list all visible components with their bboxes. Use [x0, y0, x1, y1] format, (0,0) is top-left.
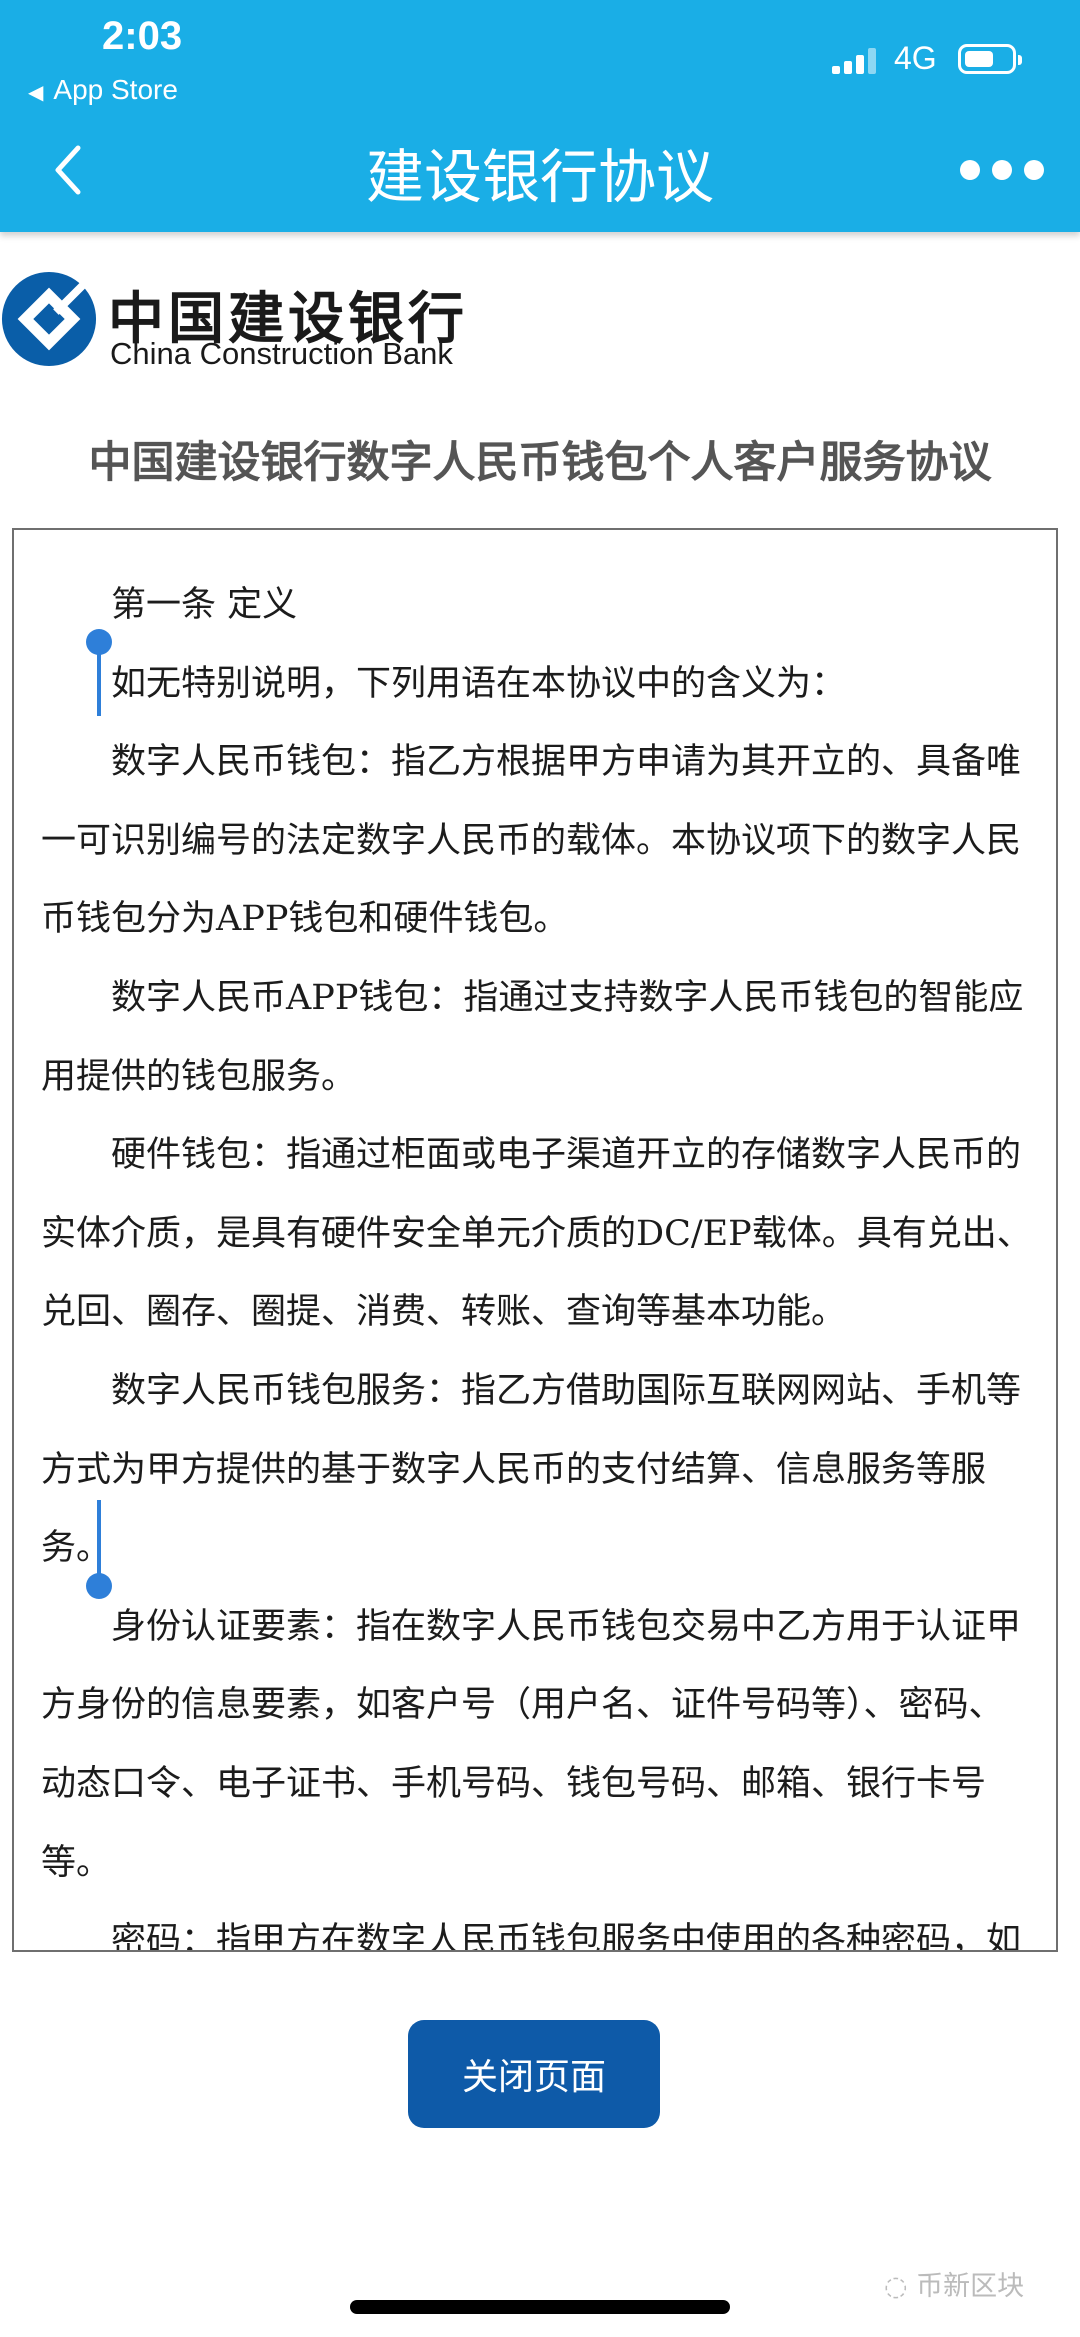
- agreement-scroll-view[interactable]: 第一条 定义如无特别说明，下列用语在本协议中的含义为： 数字人民币钱包：指乙方根据…: [12, 528, 1058, 1952]
- agreement-line: 方身份的信息要素，如客户号（用户名、证件号码等）、密码、: [41, 1685, 1004, 1726]
- selection-end-handle[interactable]: [86, 1573, 112, 1599]
- agreement-line: 等。: [41, 1842, 112, 1883]
- agreement-title: 中国建设银行数字人民币钱包个人客户服务协议: [88, 438, 992, 488]
- more-dot-icon: [960, 160, 980, 180]
- status-time: 2:03: [102, 14, 183, 58]
- agreement-line: 身份认证要素：指在数字人民币钱包交易中乙方用于认证甲: [111, 1606, 1022, 1647]
- close-page-button[interactable]: 关闭页面: [408, 2020, 660, 2128]
- back-app-label: App Store: [53, 74, 178, 105]
- back-triangle-icon: ◀: [28, 82, 44, 104]
- agreement-line: 数字人民币APP钱包：指通过支持数字人民币钱包的智能应: [111, 978, 1024, 1018]
- agreement-line: 方式为甲方提供的基于数字人民币的支付结算、信息服务等服: [41, 1449, 987, 1490]
- agreement-line: 实体介质，是具有硬件安全单元介质的DC/EP载体。具有兑出、: [41, 1213, 1032, 1254]
- signal-icon: [832, 48, 878, 74]
- battery-icon: [958, 44, 1022, 74]
- ccb-logo-icon: [1, 271, 97, 367]
- page-title: 建设银行协议: [365, 143, 714, 211]
- agreement-line: 用提供的钱包服务。: [41, 1056, 357, 1097]
- selection-start-bar: [97, 650, 101, 716]
- watermark: ◌ 币新区块: [884, 2264, 1024, 2303]
- more-dot-icon: [992, 160, 1012, 180]
- app-header: 2:03 ◀ App Store 4G 建设银行协议: [0, 0, 1080, 232]
- network-type: 4G: [894, 40, 937, 76]
- agreement-line: 动态口令、电子证书、手机号码、钱包号码、邮箱、银行卡号: [41, 1764, 987, 1804]
- agreement-line: 数字人民币钱包服务：指乙方借助国际互联网网站、手机等: [111, 1371, 1022, 1411]
- agreement-line: 币钱包分为APP钱包和硬件钱包。: [41, 899, 569, 940]
- agreement-line: 数字人民币钱包：指乙方根据甲方申请为其开立的、具备唯: [111, 742, 1022, 783]
- more-dot-icon: [1024, 160, 1044, 180]
- more-button[interactable]: [960, 160, 1044, 182]
- ccb-logo: 中国建设银行 China Construction Bank: [0, 268, 560, 378]
- agreement-line: 如无特别说明，下列用语在本协议中的含义为：: [111, 663, 847, 704]
- selection-end-bar: [97, 1500, 101, 1576]
- back-to-app-store[interactable]: ◀ App Store: [28, 74, 178, 106]
- wechat-icon: ◌: [884, 2271, 917, 2302]
- agreement-line: 密码：指甲方在数字人民币钱包服务中使用的各种密码，如: [111, 1921, 1022, 1952]
- agreement-line: 硬件钱包：指通过柜面或电子渠道开立的存储数字人民币的: [111, 1135, 1022, 1176]
- home-indicator[interactable]: [350, 2300, 730, 2314]
- watermark-text: 币新区块: [916, 2271, 1025, 2302]
- logo-english-name: China Construction Bank: [110, 336, 453, 371]
- agreement-line: 第一条 定义: [111, 585, 298, 625]
- agreement-line: 一可识别编号的法定数字人民币的载体。本协议项下的数字人民: [41, 820, 1022, 861]
- agreement-line: 兑回、圈存、圈提、消费、转账、查询等基本功能。: [41, 1292, 847, 1333]
